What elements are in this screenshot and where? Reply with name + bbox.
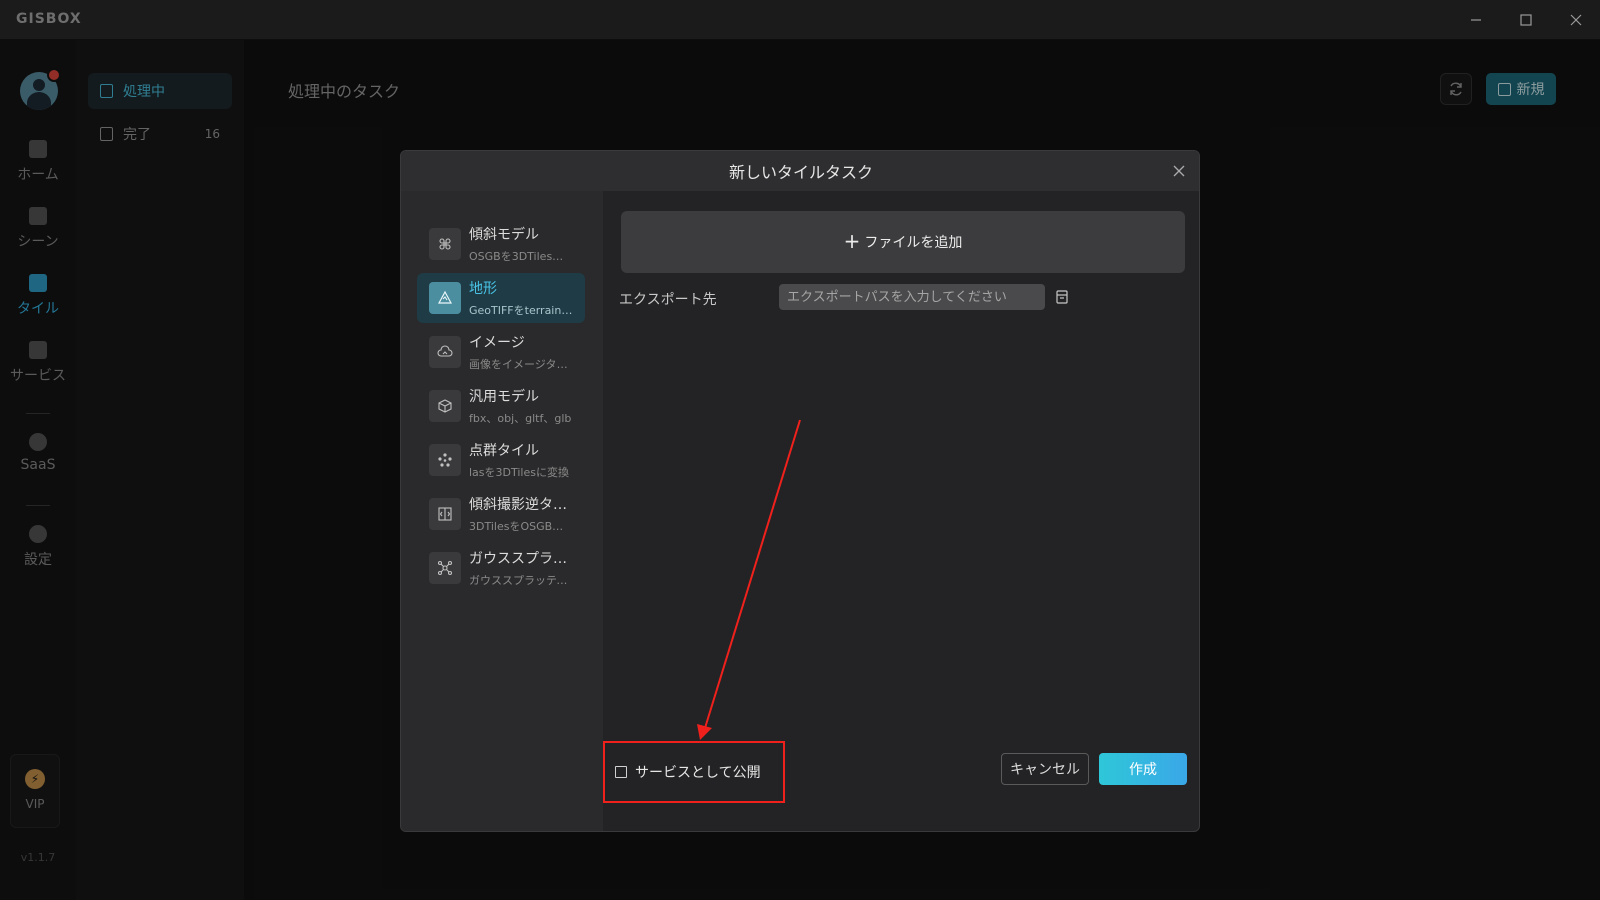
task-type-oblique-model[interactable]: 傾斜モデル OSGBを3DTilesに変換 [417,219,585,269]
reverse-convert-icon [429,498,461,530]
task-type-subtitle: OSGBを3DTilesに変換 [469,250,573,263]
task-type-reverse-tile[interactable]: 傾斜撮影逆タイル 3DTilesをOSGBに変換 [417,489,585,539]
folder-browse-icon[interactable] [1053,287,1071,307]
task-type-image[interactable]: イメージ 画像をイメージタイルに変換 [417,327,585,377]
task-type-subtitle: 画像をイメージタイルに変換 [469,358,573,371]
task-type-title: 傾斜撮影逆タイル [469,497,573,513]
task-type-title: 地形 [469,281,497,297]
task-type-title: 点群タイル [469,443,539,459]
task-type-title: ガウススプラッティング [469,551,573,567]
point-cloud-icon [429,444,461,476]
plus-icon: + [843,229,861,253]
task-type-subtitle: GeoTIFFをterrainに変換 [469,304,573,317]
create-button[interactable]: 作成 [1099,753,1187,785]
task-type-list: 傾斜モデル OSGBを3DTilesに変換 地形 GeoTIFFをterrain… [401,191,603,831]
dialog-header: 新しいタイルタスク [401,151,1199,191]
task-type-title: イメージ [469,335,525,351]
title-bar: GISBOX [0,0,1600,40]
dialog-title: 新しいタイルタスク [728,163,873,182]
export-path-label: エクスポート先 [619,292,717,308]
add-file-label: ファイルを追加 [864,235,963,251]
cube-icon [429,390,461,422]
cancel-button[interactable]: キャンセル [1001,753,1089,785]
task-type-terrain[interactable]: 地形 GeoTIFFをterrainに変換 [417,273,585,323]
minimize-icon[interactable] [1456,5,1496,35]
task-type-subtitle: fbx、obj、gltf、glb [469,412,572,425]
maximize-icon[interactable] [1506,5,1546,35]
task-type-title: 傾斜モデル [469,227,539,243]
app-logo: GISBOX [16,11,82,27]
dialog-close-icon[interactable] [1165,157,1193,185]
task-type-subtitle: 3DTilesをOSGBに変換 [469,520,573,533]
task-type-title: 汎用モデル [469,389,539,405]
export-path-input[interactable] [779,284,1045,310]
task-type-point-cloud[interactable]: 点群タイル lasを3DTilesに変換 [417,435,585,485]
add-file-button[interactable]: + ファイルを追加 [621,211,1185,273]
cloud-image-icon [429,336,461,368]
close-icon[interactable] [1556,5,1596,35]
new-tile-task-dialog: 新しいタイルタスク 傾斜モデル OSGBを3DTilesに変換 地形 GeoTI… [400,150,1200,832]
task-type-generic-model[interactable]: 汎用モデル fbx、obj、gltf、glb [417,381,585,431]
annotation-highlight-box [603,741,785,803]
task-type-subtitle: ガウススプラッティング [469,574,573,587]
molecule-icon [429,552,461,584]
task-type-subtitle: lasを3DTilesに変換 [469,466,569,479]
command-icon [429,228,461,260]
terrain-icon [429,282,461,314]
task-type-gaussian-splatting[interactable]: ガウススプラッティング ガウススプラッティング [417,543,585,593]
